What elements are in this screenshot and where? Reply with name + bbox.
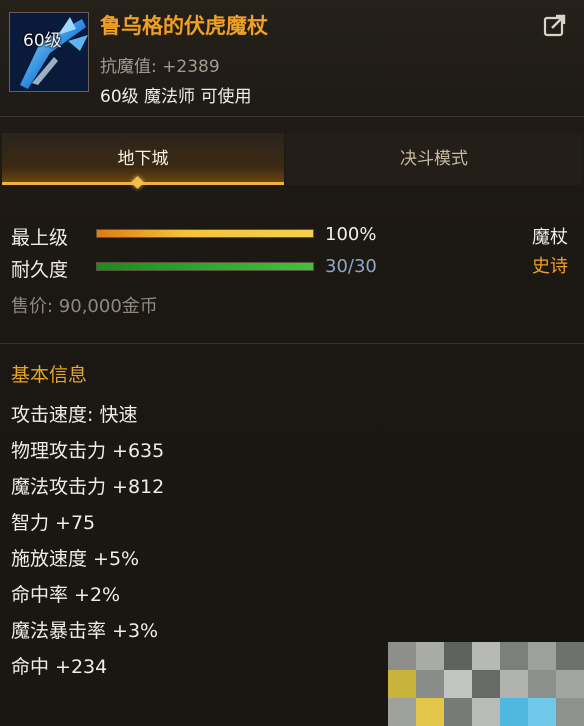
- item-level-tag: 60级: [23, 31, 62, 51]
- durability-label: 耐久度: [11, 259, 69, 281]
- magic-resist-stat: 抗魔值: +2389: [100, 57, 220, 77]
- staff-item-icon: 60级: [9, 12, 89, 92]
- durability-bar: [96, 262, 314, 271]
- tab-duel-mode[interactable]: 决斗模式: [286, 133, 582, 185]
- item-tooltip-panel: 60级 鲁乌格的伏虎魔杖 抗魔值: +2389 60级 魔法师 可使用 地下城 …: [0, 0, 584, 726]
- sell-price: 售价: 90,000金币: [11, 296, 158, 317]
- attribute-line: 命中 +234: [11, 656, 108, 678]
- item-name: 鲁乌格的伏虎魔杖: [100, 14, 268, 38]
- grade-value: 100%: [325, 224, 377, 245]
- weapon-type: 魔杖: [532, 227, 568, 248]
- item-header: 60级 鲁乌格的伏虎魔杖 抗魔值: +2389 60级 魔法师 可使用: [0, 0, 584, 115]
- divider: [0, 116, 584, 117]
- attribute-line: 智力 +75: [11, 512, 96, 534]
- tab-dungeon[interactable]: 地下城: [2, 133, 284, 185]
- attribute-line: 魔法暴击率 +3%: [11, 620, 159, 642]
- grade-bar-fill: [97, 230, 313, 237]
- attribute-line: 魔法攻击力 +812: [11, 476, 165, 498]
- usage-requirement: 60级 魔法师 可使用: [100, 87, 252, 107]
- attribute-line: 命中率 +2%: [11, 584, 121, 606]
- attribute-line: 攻击速度: 快速: [11, 404, 138, 426]
- pixelated-overlay: [388, 642, 584, 726]
- basic-info-title: 基本信息: [11, 364, 88, 386]
- rarity-label: 史诗: [532, 256, 568, 277]
- share-export-icon[interactable]: [543, 13, 567, 37]
- grade-bar: [96, 229, 314, 238]
- grade-label: 最上级: [11, 227, 69, 249]
- divider: [0, 343, 584, 344]
- attribute-line: 施放速度 +5%: [11, 548, 140, 570]
- durability-value: 30/30: [325, 256, 377, 277]
- attribute-line: 物理攻击力 +635: [11, 440, 165, 462]
- durability-bar-fill: [97, 263, 313, 270]
